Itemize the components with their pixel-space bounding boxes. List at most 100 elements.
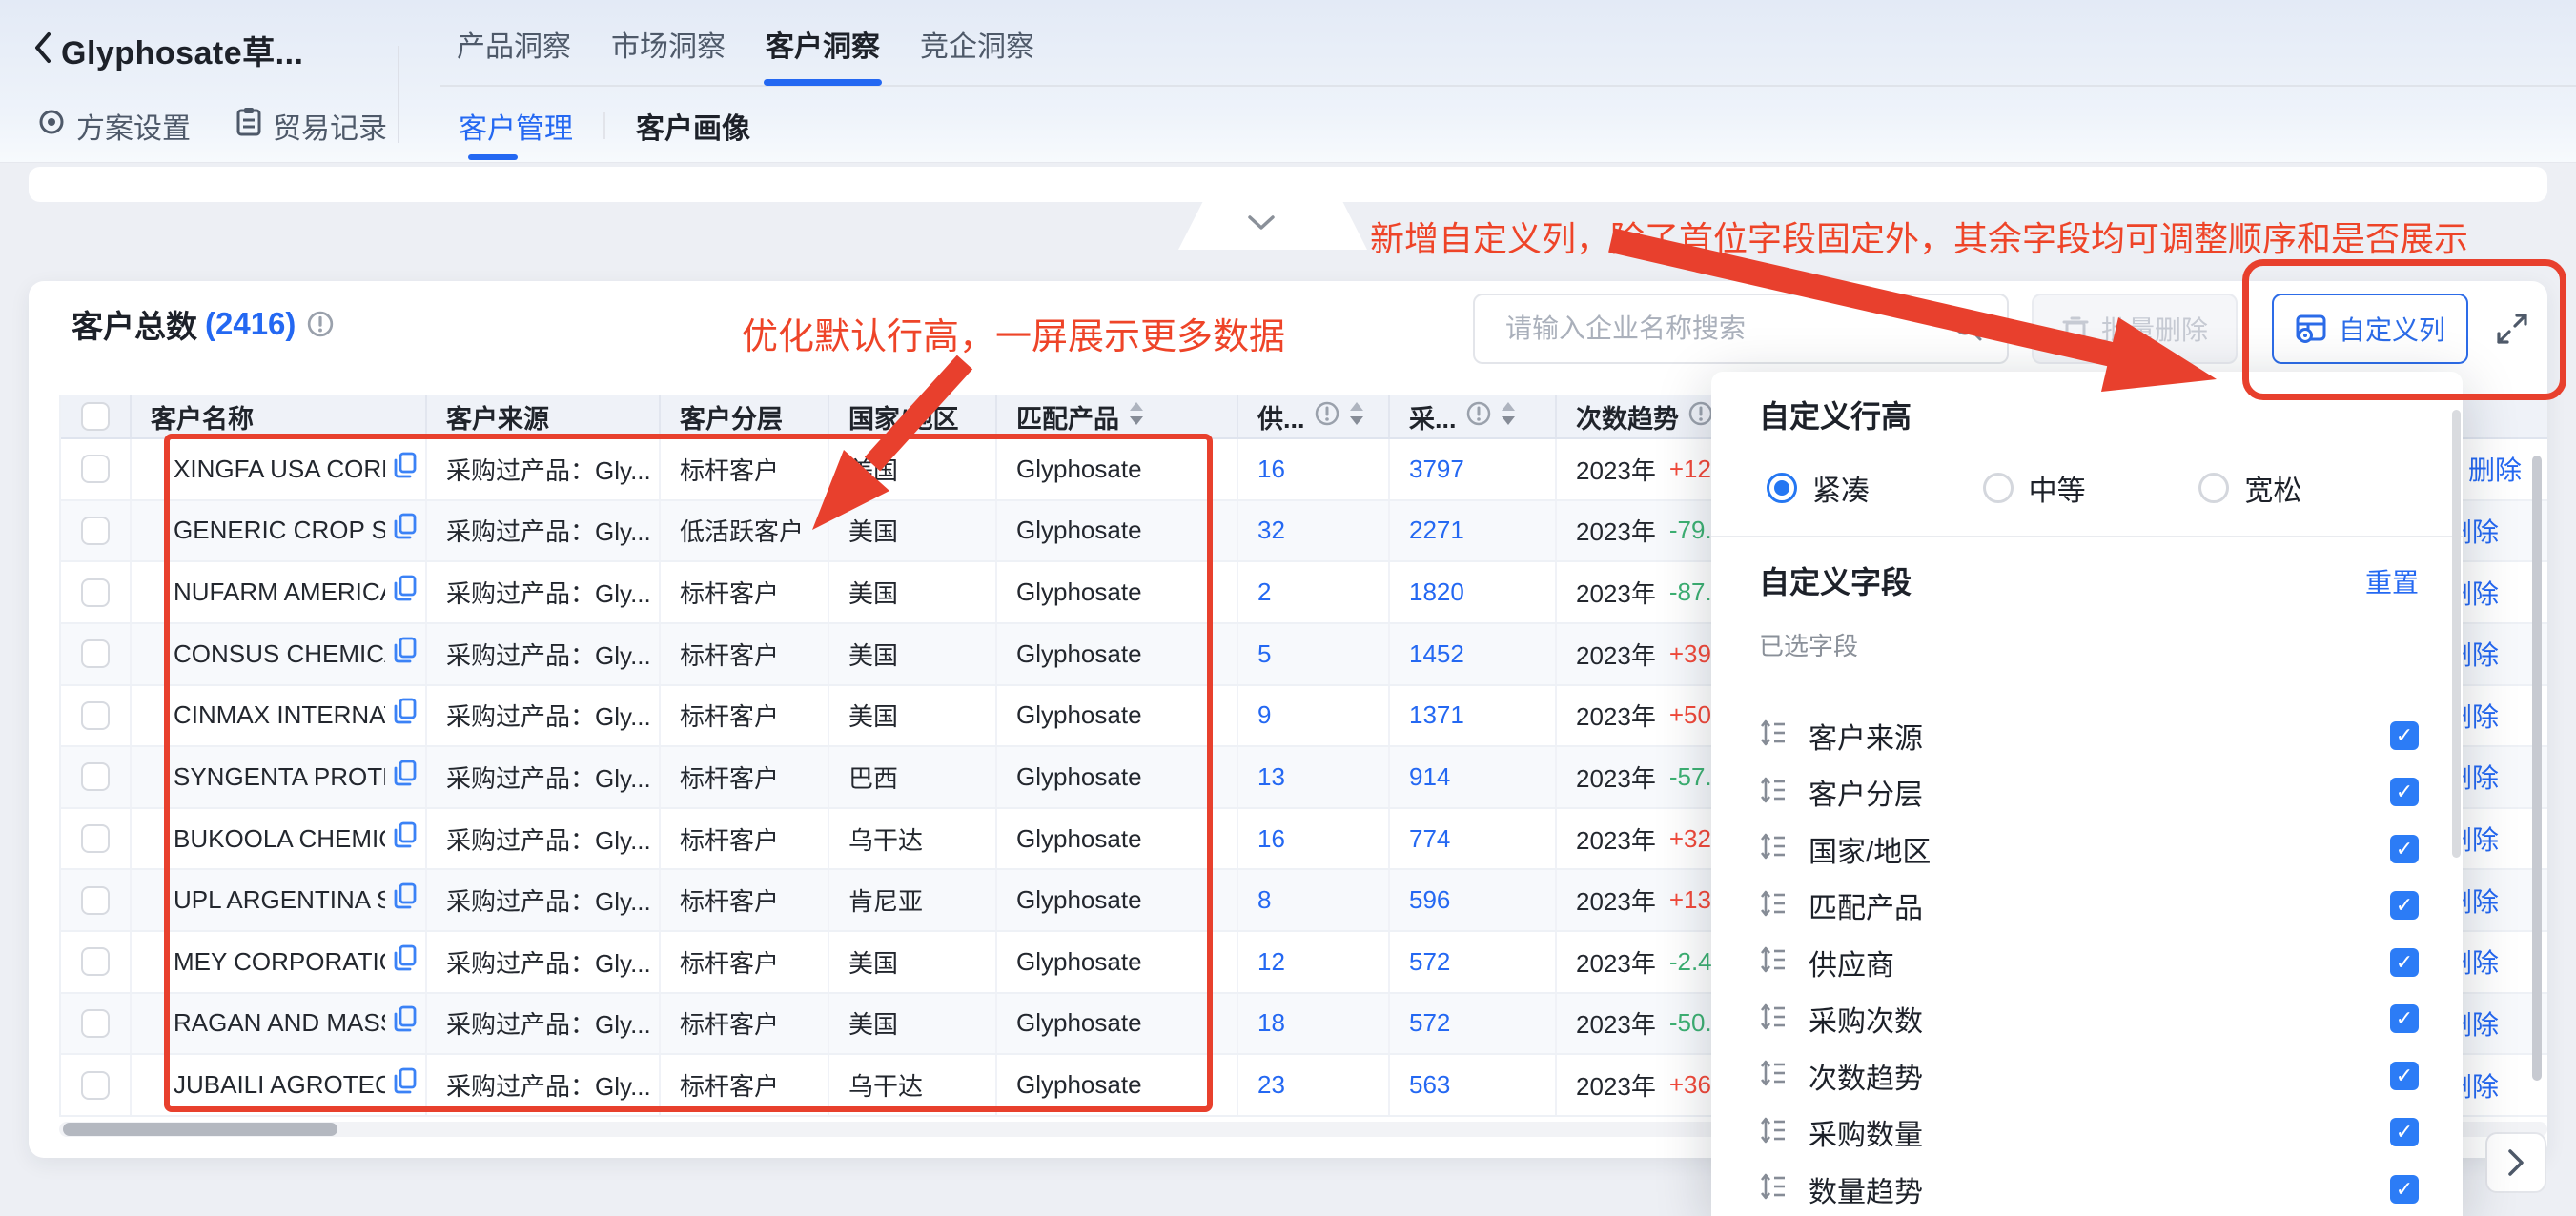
drag-handle-icon[interactable] (1759, 1116, 1786, 1149)
row-checkbox[interactable] (81, 886, 110, 915)
nav-tab-1[interactable]: 产品洞察 (455, 0, 573, 88)
column-header-5[interactable]: 匹配产品 (997, 395, 1238, 437)
info-icon[interactable] (1466, 401, 1491, 433)
sort-icon[interactable] (1349, 400, 1364, 434)
delete-link[interactable]: 删除 (2463, 1066, 2499, 1105)
column-header-7[interactable]: 采... (1390, 395, 1557, 437)
next-page-button[interactable] (2485, 1132, 2546, 1193)
nav-tab-3[interactable]: 客户洞察 (764, 0, 882, 88)
copy-icon[interactable] (393, 1005, 418, 1041)
sort-icon[interactable] (1501, 400, 1516, 434)
row-checkbox[interactable] (81, 762, 110, 791)
row-checkbox[interactable] (81, 1009, 110, 1038)
delete-link[interactable]: 删除 (2463, 758, 2499, 796)
copy-icon[interactable] (393, 821, 418, 857)
customer-name-cell[interactable]: UPL ARGENTINA S. (132, 870, 427, 930)
radio-selected[interactable] (1767, 473, 1797, 503)
copy-icon[interactable] (393, 698, 418, 733)
drag-handle-icon[interactable] (1759, 719, 1786, 752)
drag-handle-icon[interactable] (1759, 832, 1786, 865)
field-checkbox[interactable]: ✓ (2390, 1062, 2419, 1090)
field-checkbox[interactable]: ✓ (2390, 721, 2419, 750)
row-height-option-1[interactable]: 紧凑 (1767, 467, 1983, 509)
nav-tab-2[interactable]: 市场洞察 (609, 0, 727, 88)
delete-link[interactable]: 删除 (2463, 697, 2499, 735)
customer-name-cell[interactable]: XINGFA USA CORPO (132, 439, 427, 499)
row-checkbox[interactable] (81, 1071, 110, 1100)
vertical-scrollbar-thumb[interactable] (2532, 456, 2542, 1081)
row-height-option-3[interactable]: 宽松 (2198, 467, 2415, 509)
copy-icon[interactable] (393, 637, 418, 672)
delete-link[interactable]: 删除 (2463, 1004, 2499, 1043)
delete-link[interactable]: 删除 (2463, 512, 2499, 550)
panel-scrollbar-thumb[interactable] (2452, 410, 2461, 858)
horizontal-scrollbar-thumb[interactable] (63, 1123, 337, 1136)
copy-icon[interactable] (393, 882, 418, 918)
back-icon[interactable] (32, 29, 57, 67)
row-checkbox[interactable] (81, 517, 110, 545)
drag-handle-icon[interactable] (1759, 1172, 1786, 1206)
search-icon[interactable] (1952, 311, 1984, 348)
customer-name-cell[interactable]: JUBAILI AGROTEC LI (132, 1055, 427, 1115)
radio-unselected[interactable] (1983, 473, 2014, 503)
copy-icon[interactable] (393, 1067, 418, 1103)
toolbar-item-1[interactable]: 方案设置 (36, 105, 191, 147)
field-checkbox[interactable]: ✓ (2390, 1118, 2419, 1146)
drag-handle-icon[interactable] (1759, 945, 1786, 979)
field-checkbox[interactable]: ✓ (2390, 835, 2419, 863)
copy-icon[interactable] (393, 760, 418, 795)
subtab-2[interactable]: 客户画像 (632, 91, 754, 160)
nav-tab-4[interactable]: 竞企洞察 (918, 0, 1036, 88)
drag-handle-icon[interactable] (1759, 1059, 1786, 1092)
column-header-6[interactable]: 供... (1238, 395, 1390, 437)
customer-name-cell[interactable]: GENERIC CROP SCI (132, 501, 427, 561)
copy-icon[interactable] (393, 575, 418, 610)
row-checkbox[interactable] (81, 701, 110, 730)
column-header-4[interactable]: 国家/地区 (829, 395, 997, 437)
sort-icon[interactable] (1129, 400, 1144, 434)
info-icon[interactable] (1315, 401, 1339, 433)
customize-columns-button[interactable]: 自定义列 (2272, 294, 2468, 364)
column-header-1[interactable]: 客户名称 (132, 395, 427, 437)
drag-handle-icon[interactable] (1759, 776, 1786, 809)
chevron-down-icon[interactable] (1247, 215, 1276, 235)
row-checkbox[interactable] (81, 455, 110, 483)
delete-link[interactable]: 删除 (2463, 942, 2499, 981)
delete-link[interactable]: 删除 (2463, 574, 2499, 612)
field-checkbox[interactable]: ✓ (2390, 1004, 2419, 1033)
row-height-option-2[interactable]: 中等 (1983, 467, 2199, 509)
customer-name-cell[interactable]: CINMAX INTERNATIO (132, 686, 427, 746)
copy-icon[interactable] (393, 452, 418, 487)
customer-name-cell[interactable]: BUKOOLA CHEMICA (132, 809, 427, 869)
field-checkbox[interactable]: ✓ (2390, 948, 2419, 977)
delete-link[interactable]: 删除 (2463, 882, 2499, 920)
fullscreen-icon[interactable] (2490, 307, 2534, 351)
search-input[interactable] (1503, 313, 1952, 345)
drag-handle-icon[interactable] (1759, 1003, 1786, 1036)
drag-handle-icon[interactable] (1759, 889, 1786, 922)
delete-link[interactable]: 删除 (2463, 635, 2499, 673)
column-header-3[interactable]: 客户分层 (661, 395, 829, 437)
batch-delete-button[interactable]: 批量删除 (2032, 294, 2238, 364)
info-icon[interactable] (1688, 401, 1713, 433)
copy-icon[interactable] (393, 944, 418, 980)
field-checkbox[interactable]: ✓ (2390, 891, 2419, 920)
customer-name-cell[interactable]: MEY CORPORATION (132, 932, 427, 992)
row-checkbox[interactable] (81, 824, 110, 853)
reset-link[interactable]: 重置 (2365, 562, 2419, 600)
info-icon[interactable] (307, 311, 334, 337)
column-header-2[interactable]: 客户来源 (427, 395, 661, 437)
row-checkbox[interactable] (81, 947, 110, 976)
customer-name-cell[interactable]: NUFARM AMERICAS, (132, 562, 427, 622)
subtab-1[interactable]: 客户管理 (455, 91, 577, 160)
select-all-checkbox[interactable] (81, 402, 110, 431)
delete-link[interactable]: 删除 (2468, 450, 2522, 488)
customer-name-cell[interactable]: CONSUS CHEMICAL (132, 624, 427, 684)
field-checkbox[interactable]: ✓ (2390, 778, 2419, 806)
row-checkbox[interactable] (81, 578, 110, 607)
row-checkbox[interactable] (81, 639, 110, 668)
delete-link[interactable]: 删除 (2463, 820, 2499, 858)
toolbar-item-2[interactable]: 贸易记录 (235, 105, 387, 147)
customer-name-cell[interactable]: SYNGENTA PROTEC (132, 747, 427, 807)
copy-icon[interactable] (393, 513, 418, 548)
